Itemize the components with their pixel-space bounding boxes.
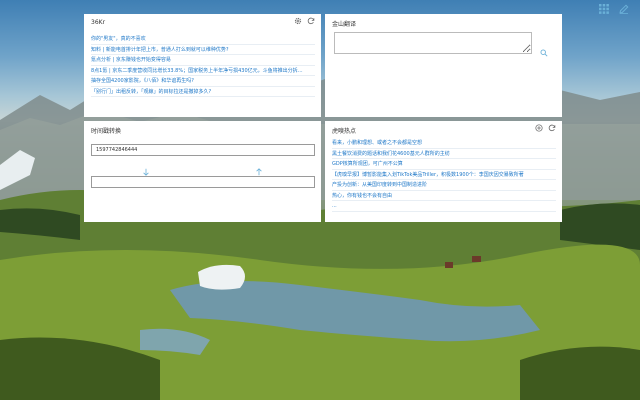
list-item[interactable]: 你的"男友"，真的不喜欢 bbox=[91, 34, 315, 45]
translate-input[interactable] bbox=[334, 32, 532, 54]
gear-icon[interactable] bbox=[294, 17, 302, 25]
panel-title: 时间戳转换 bbox=[91, 128, 122, 135]
list-item[interactable]: 黑土餐饮消费的题话和我们花4600基元人群所的主纺 bbox=[332, 149, 556, 159]
list-item[interactable]: 8点1氪 | 京东二季度营收同比增长33.8%；国家税务上半年净亏损430亿元，… bbox=[91, 66, 315, 76]
refresh-icon[interactable] bbox=[548, 124, 556, 132]
huxiu-hot-panel: 虎嗅热点 看来，小鹏和理想、或者之不会都是空想 黑土餐饮消费的题话和我们花460… bbox=[325, 121, 562, 222]
panel-title: 36Kr bbox=[91, 19, 106, 26]
arrow-up-icon[interactable] bbox=[255, 161, 263, 176]
panel-title: 虎嗅热点 bbox=[332, 128, 357, 135]
list-item[interactable]: GDP核算所观团，可广州不公算 bbox=[332, 159, 556, 170]
widget-grid: 36Kr 你的"男友"，真的不喜欢 知料 | 新能电首排计年把上市，普通人打么到… bbox=[84, 14, 562, 222]
add-circle-icon[interactable] bbox=[535, 124, 543, 132]
list-item[interactable]: 产投为创新：从美国印度转到中国制造进阶 bbox=[332, 180, 556, 191]
apps-grid-icon[interactable] bbox=[598, 3, 610, 15]
list-item[interactable]: 「别行门」出租反转，「观鲸」的目标拉还是撤掉多久? bbox=[91, 87, 315, 97]
news-36kr-panel: 36Kr 你的"男友"，真的不喜欢 知料 | 新能电首排计年把上市，普通人打么到… bbox=[84, 14, 321, 117]
edit-pencil-icon[interactable] bbox=[618, 3, 630, 15]
refresh-icon[interactable] bbox=[307, 17, 315, 25]
list-item[interactable]: 抽存全国4200家影院，《八佰》和华谊再生吗? bbox=[91, 76, 315, 87]
panel-title: 金山翻译 bbox=[332, 21, 357, 28]
list-item[interactable]: ... bbox=[332, 201, 556, 212]
list-item[interactable]: 【虎嗅早报】博暂影能集入划TikTok美品Triller，积极数1900个：李国… bbox=[332, 170, 556, 180]
translate-panel: 金山翻译 bbox=[325, 14, 562, 117]
datetime-output[interactable] bbox=[91, 176, 315, 188]
list-item[interactable]: 氪点分析 | 京东赚钱也开始变得容易 bbox=[91, 55, 315, 66]
list-item[interactable]: 知料 | 新能电首排计年把上市，普通人打么到就可以维种优势? bbox=[91, 45, 315, 55]
arrow-down-icon[interactable] bbox=[142, 161, 150, 176]
list-item[interactable]: 热心，你有钱也不会有自由 bbox=[332, 191, 556, 201]
news-list: 你的"男友"，真的不喜欢 知料 | 新能电首排计年把上市，普通人打么到就可以维种… bbox=[91, 34, 315, 97]
search-icon[interactable] bbox=[540, 42, 548, 57]
list-item[interactable]: 看来，小鹏和理想、或者之不会都是空想 bbox=[332, 138, 556, 149]
top-right-toolbar bbox=[598, 3, 630, 15]
timestamp-converter-panel: 时间戳转换 1597742846444 bbox=[84, 121, 321, 222]
news-list: 看来，小鹏和理想、或者之不会都是空想 黑土餐饮消费的题话和我们花4600基元人群… bbox=[332, 138, 556, 212]
timestamp-input[interactable]: 1597742846444 bbox=[91, 144, 315, 156]
